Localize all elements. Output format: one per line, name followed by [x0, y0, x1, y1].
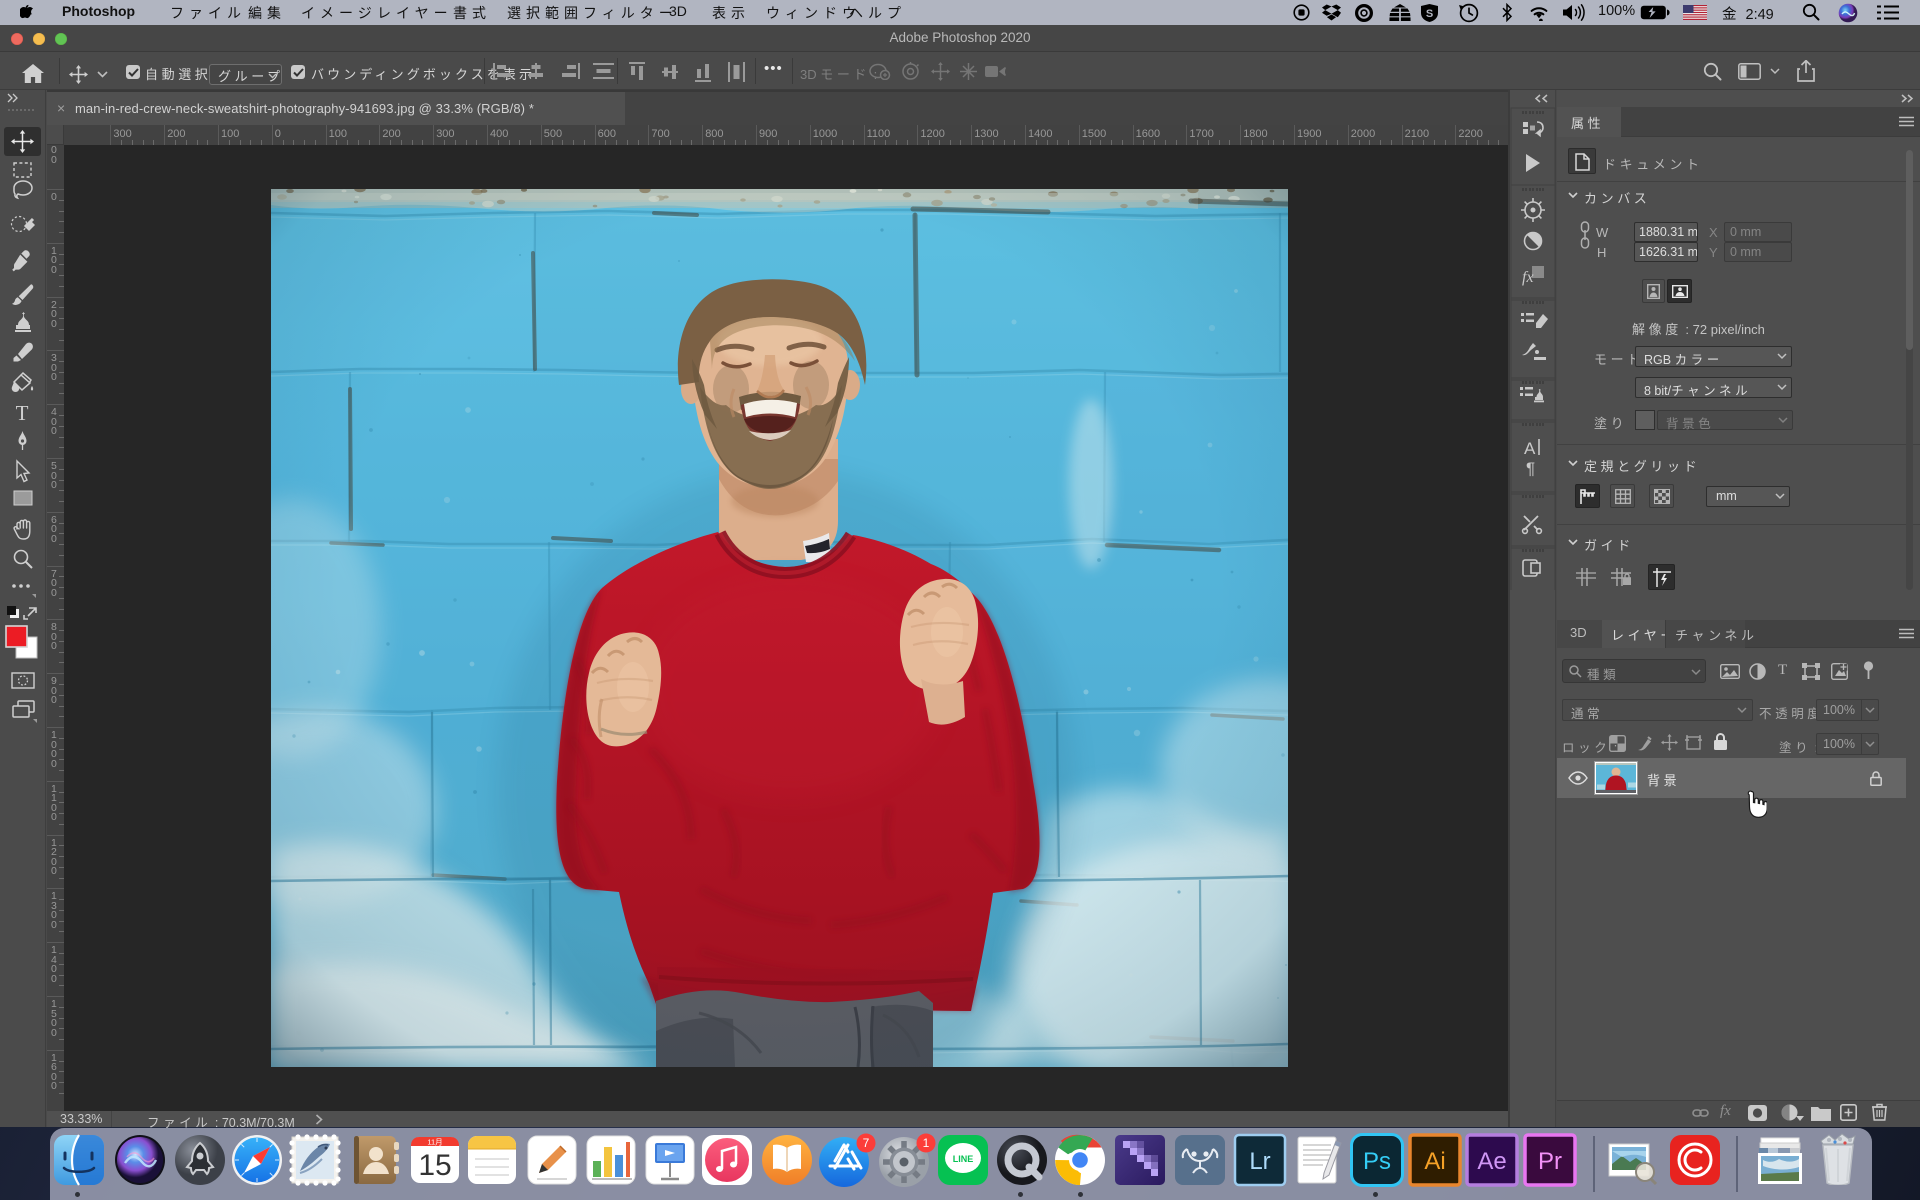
svg-text:7: 7 — [863, 1136, 870, 1150]
svg-text:1: 1 — [923, 1136, 930, 1150]
svg-text:T: T — [16, 401, 29, 425]
svg-text:LINE: LINE — [953, 1154, 974, 1164]
svg-text:15: 15 — [418, 1149, 451, 1182]
svg-text:Lr: Lr — [1249, 1148, 1270, 1175]
svg-text:Ae: Ae — [1477, 1148, 1506, 1175]
svg-text:fx: fx — [1522, 269, 1534, 286]
svg-text:S: S — [1426, 8, 1433, 20]
svg-text:Pr: Pr — [1538, 1148, 1562, 1175]
svg-text:A: A — [1524, 439, 1536, 458]
svg-text:11月: 11月 — [427, 1138, 442, 1147]
svg-text:¶: ¶ — [1526, 459, 1535, 478]
svg-text:Ai: Ai — [1424, 1148, 1445, 1175]
svg-text:Ps: Ps — [1363, 1148, 1391, 1175]
